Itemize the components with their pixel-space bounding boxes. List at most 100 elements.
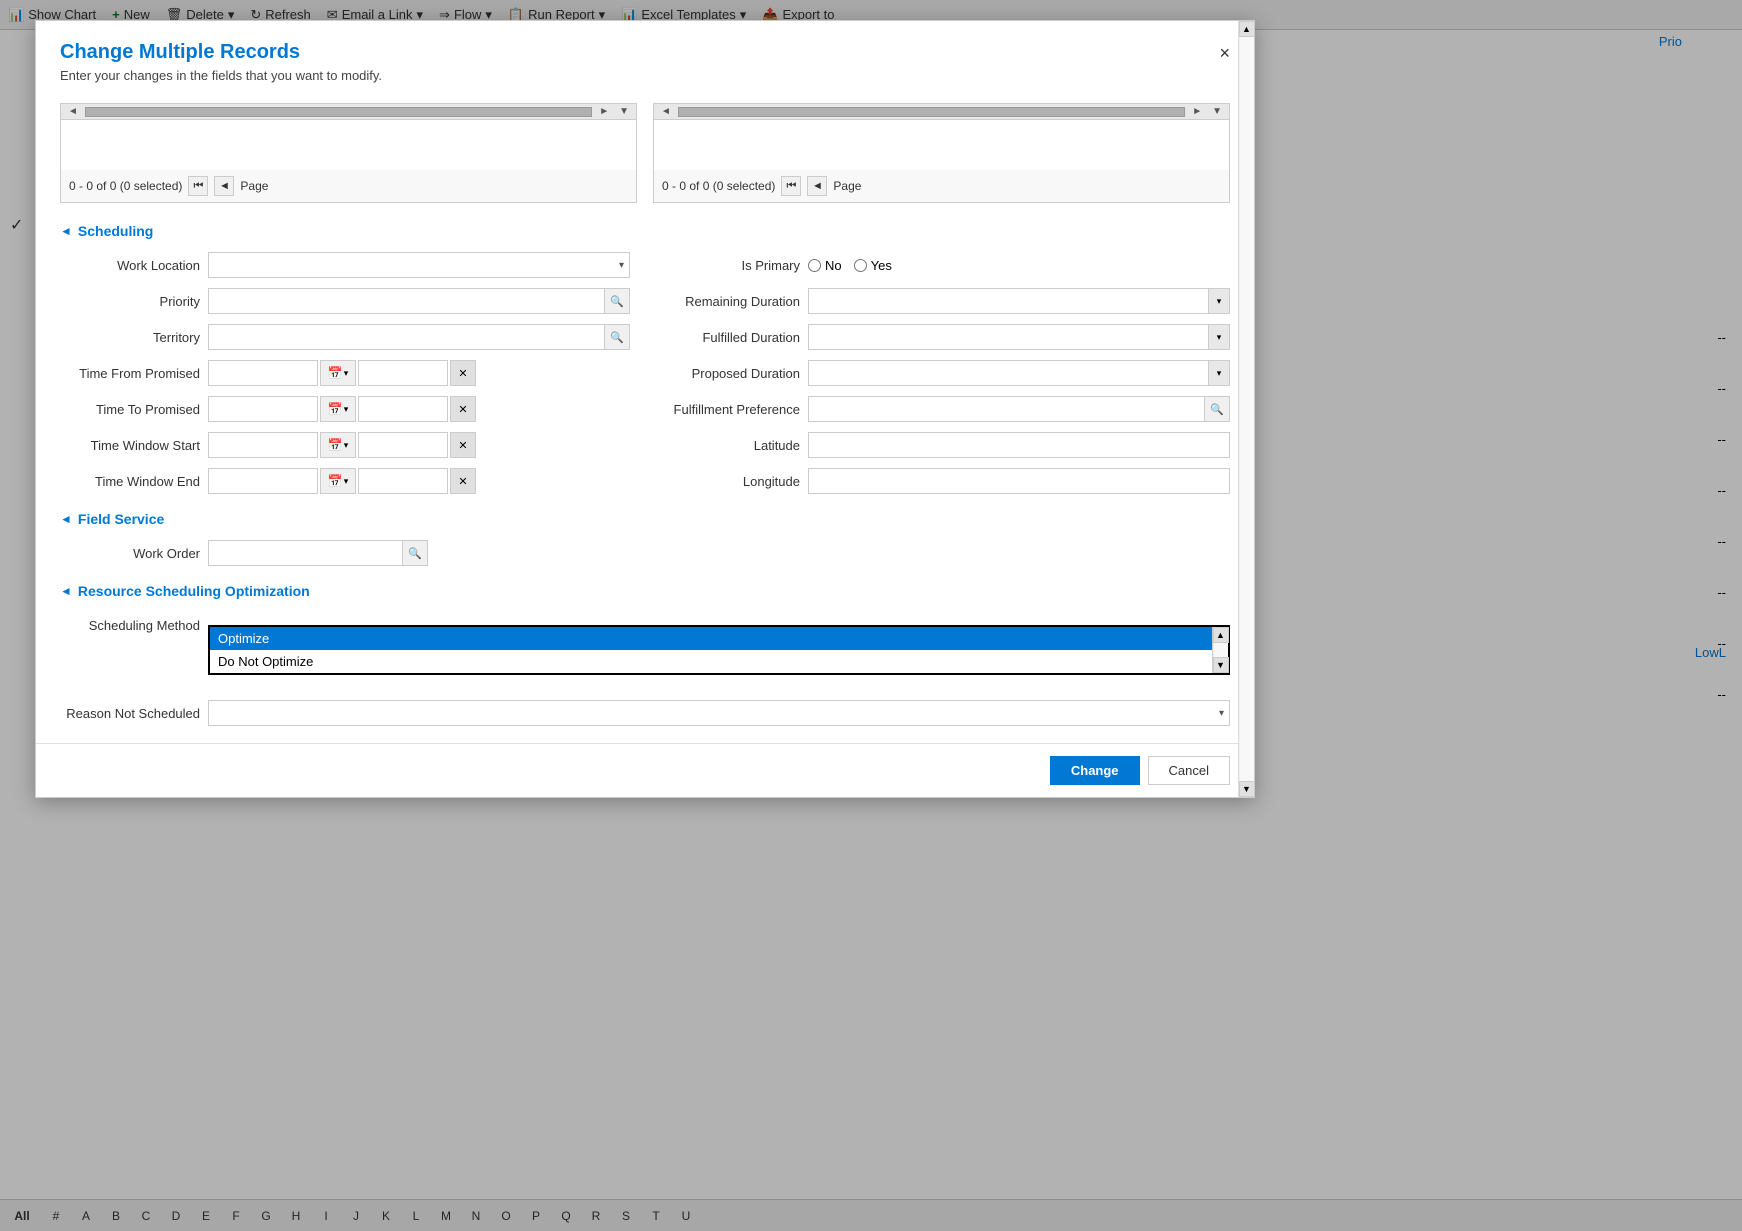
calendar4-icon: 📅 [328,474,343,488]
pager2-scrollbar[interactable]: ◄ ► ▼ [654,104,1229,120]
fulfilled-duration-btn[interactable]: ▾ [1208,324,1230,350]
calendar3-icon: 📅 [328,438,343,452]
latitude-control [808,432,1230,458]
time-window-start-clear-btn[interactable]: ✕ [450,432,476,458]
time-window-start-date-input[interactable] [208,432,318,458]
remaining-duration-btn[interactable]: ▾ [1208,288,1230,314]
is-primary-no-radio[interactable] [808,259,821,272]
latitude-input[interactable] [808,432,1230,458]
modal-scrollbar[interactable]: ▲ ▼ [1238,21,1254,797]
time-window-end-clear-btn[interactable]: ✕ [450,468,476,494]
is-primary-no-label: No [825,258,842,273]
reason-not-scheduled-row: Reason Not Scheduled ▾ [60,699,1230,727]
clear4-icon: ✕ [458,475,467,488]
time-from-promised-date-input[interactable] [208,360,318,386]
priority-input[interactable] [208,288,604,314]
pager2-scroll-down[interactable]: ▼ [1209,106,1225,117]
scheduling-method-dropdown-list[interactable]: Optimize Do Not Optimize ▲ ▼ [208,625,1230,675]
proposed-duration-control: ▾ [808,360,1230,386]
territory-control: 🔍 [208,324,630,350]
pager1-first-btn[interactable]: ⏮ [188,176,208,196]
pager1-scroll-down[interactable]: ▼ [616,106,632,117]
reason-not-scheduled-select[interactable] [208,700,1230,726]
modal-subtitle: Enter your changes in the fields that yo… [60,68,1230,83]
scheduling-method-scrollbar[interactable]: ▲ ▼ [1212,627,1228,673]
time-from-promised-clear-btn[interactable]: ✕ [450,360,476,386]
scheduling-collapse-arrow[interactable]: ◄ [60,224,72,238]
scheduling-method-do-not-optimize-option[interactable]: Do Not Optimize [210,650,1228,673]
time-from-promised-calendar-btn[interactable]: 📅 ▾ [320,360,356,386]
field-service-section-title: Field Service [78,511,164,527]
priority-lookup-btn[interactable]: 🔍 [604,288,630,314]
rso-collapse-arrow[interactable]: ◄ [60,584,72,598]
work-location-select[interactable] [208,252,630,278]
pager1-scrollbar[interactable]: ◄ ► ▼ [61,104,636,120]
territory-lookup-btn[interactable]: 🔍 [604,324,630,350]
proposed-duration-input[interactable] [808,360,1208,386]
territory-label: Territory [60,330,200,345]
time-to-promised-time-input[interactable] [358,396,448,422]
remaining-duration-input[interactable] [808,288,1208,314]
pager1-scroll-thumb[interactable] [85,107,592,117]
dropdown-scroll-down[interactable]: ▼ [1213,657,1229,673]
modal-close-button[interactable]: × [1211,39,1238,68]
pager2-scroll-thumb[interactable] [678,107,1185,117]
fulfilled-duration-control: ▾ [808,324,1230,350]
work-order-row: Work Order 🔍 [60,539,1230,567]
pager2-scroll-right[interactable]: ► [1189,106,1205,117]
is-primary-yes-option[interactable]: Yes [854,258,892,273]
is-primary-row: Is Primary No Yes [660,251,1230,279]
time-to-promised-clear-btn[interactable]: ✕ [450,396,476,422]
pager1-status: 0 - 0 of 0 (0 selected) [69,179,182,193]
pager1-scroll-right[interactable]: ► [596,106,612,117]
work-order-lookup-icon: 🔍 [408,547,422,560]
clear3-icon: ✕ [458,439,467,452]
dropdown-scroll-up[interactable]: ▲ [1213,627,1229,643]
territory-input[interactable] [208,324,604,350]
time-window-end-date-input[interactable] [208,468,318,494]
pager2-first-btn[interactable]: ⏮ [781,176,801,196]
time-to-promised-calendar-btn[interactable]: 📅 ▾ [320,396,356,422]
longitude-input[interactable] [808,468,1230,494]
proposed-duration-label: Proposed Duration [660,366,800,381]
time-to-promised-date-input[interactable] [208,396,318,422]
work-order-input[interactable] [208,540,402,566]
cancel-button[interactable]: Cancel [1148,756,1230,785]
pager2-body [654,120,1229,170]
is-primary-no-option[interactable]: No [808,258,842,273]
scroll-down-btn[interactable]: ▼ [1239,781,1255,797]
pager1-scroll-left[interactable]: ◄ [65,106,81,117]
proposed-duration-btn[interactable]: ▾ [1208,360,1230,386]
priority-control: 🔍 [208,288,630,314]
scheduling-method-optimize-option[interactable]: Optimize [210,627,1228,650]
dropdown-scroll-track [1214,643,1228,657]
chevron-icon: ▾ [344,368,349,379]
pager2-prev-btn[interactable]: ◄ [807,176,827,196]
priority-lookup-icon: 🔍 [610,295,624,308]
change-multiple-records-modal: ▲ ▼ Change Multiple Records Enter your c… [35,20,1255,798]
is-primary-yes-radio[interactable] [854,259,867,272]
scheduling-form-grid: Work Location ▾ Is Primary [60,251,1230,495]
fulfillment-preference-input-group: 🔍 [808,396,1230,422]
time-from-promised-time-input[interactable] [358,360,448,386]
proposed-duration-input-group: ▾ [808,360,1230,386]
dual-pager-panels: ◄ ► ▼ 0 - 0 of 0 (0 selected) ⏮ ◄ Page ◄ [60,103,1230,203]
calendar2-icon: 📅 [328,402,343,416]
time-window-end-calendar-btn[interactable]: 📅 ▾ [320,468,356,494]
fulfillment-lookup-icon: 🔍 [1210,403,1224,416]
time-window-start-calendar-btn[interactable]: 📅 ▾ [320,432,356,458]
fulfillment-preference-label: Fulfillment Preference [660,402,800,417]
fulfillment-preference-lookup-btn[interactable]: 🔍 [1204,396,1230,422]
clear2-icon: ✕ [458,403,467,416]
time-window-end-time-input[interactable] [358,468,448,494]
pager2-scroll-left[interactable]: ◄ [658,106,674,117]
field-service-collapse-arrow[interactable]: ◄ [60,512,72,526]
work-order-lookup-btn[interactable]: 🔍 [402,540,428,566]
fulfillment-preference-input[interactable] [808,396,1204,422]
fulfilled-duration-input[interactable] [808,324,1208,350]
pager1-prev-btn[interactable]: ◄ [214,176,234,196]
pager2-page-label: Page [833,179,861,193]
time-window-start-time-input[interactable] [358,432,448,458]
time-to-promised-row: Time To Promised 📅 ▾ ✕ [60,395,630,423]
change-button[interactable]: Change [1050,756,1140,785]
